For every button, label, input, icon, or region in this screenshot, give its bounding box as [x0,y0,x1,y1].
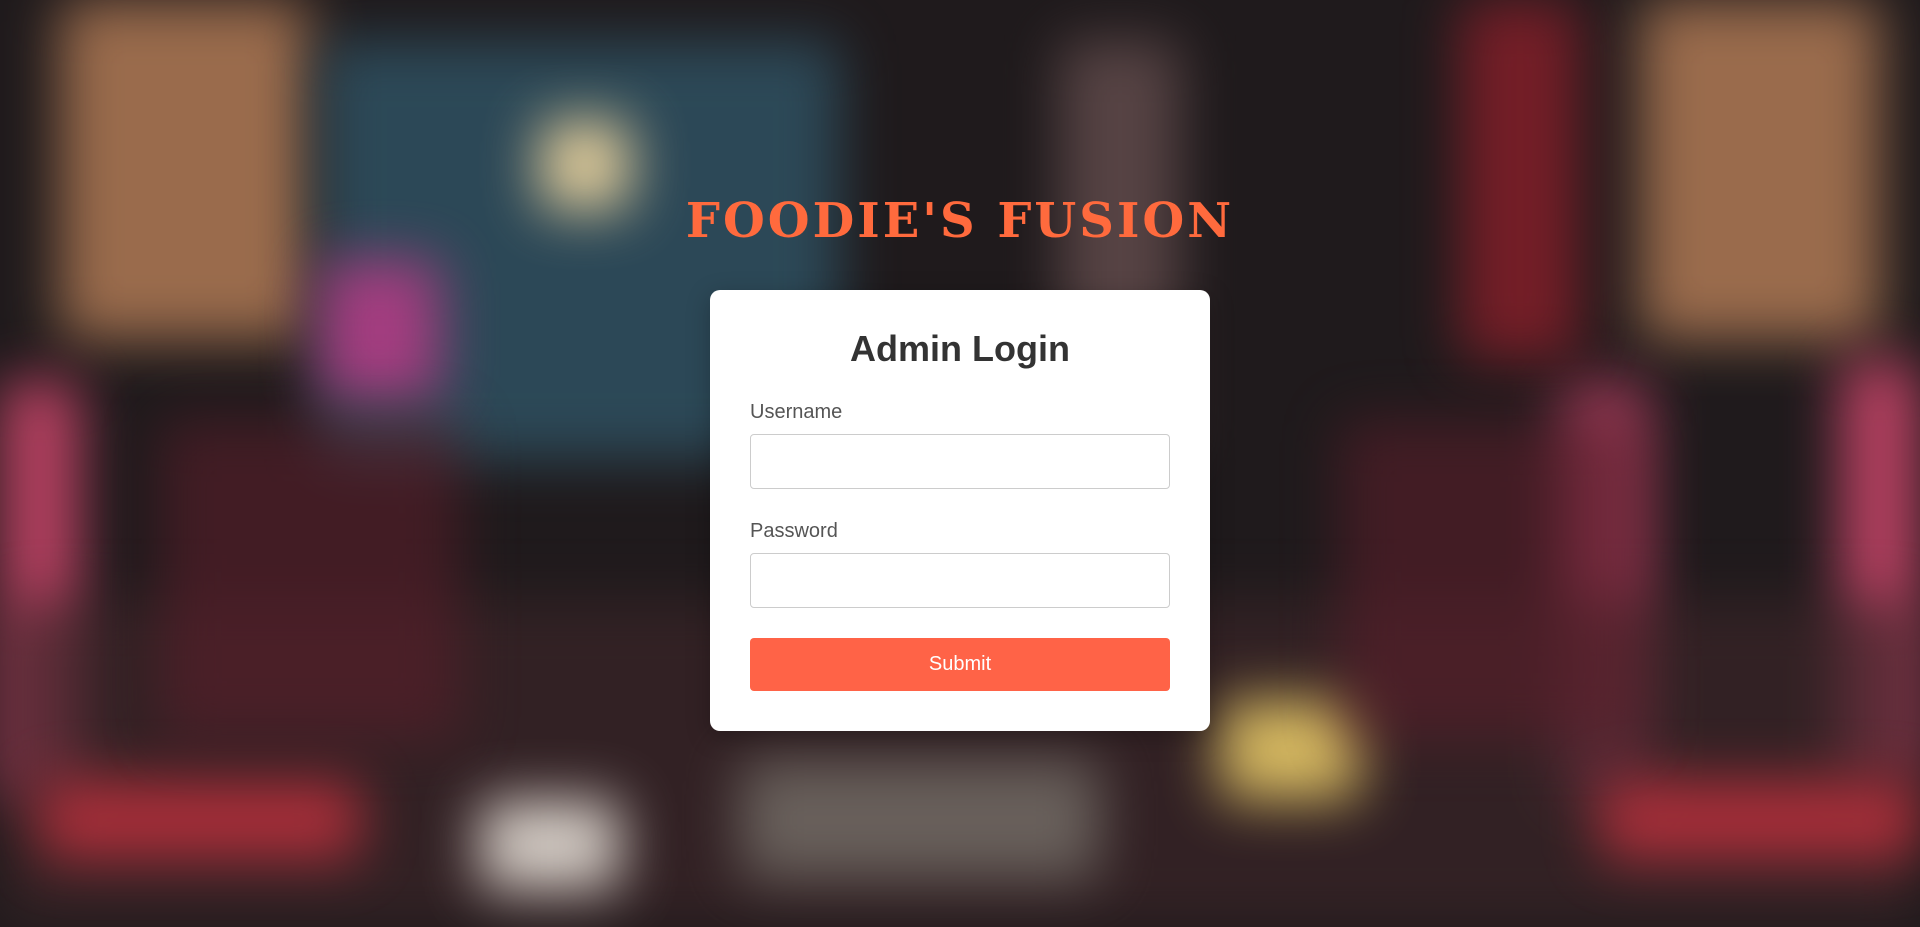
brand-title: FOODIE'S FUSION [685,193,1235,249]
username-label: Username [750,401,843,423]
username-input[interactable] [750,434,1170,489]
password-input[interactable] [750,553,1170,608]
username-group: Username [750,400,1170,489]
password-group: Password [750,519,1170,608]
login-card: Admin Login Username Password Submit [710,290,1210,731]
submit-button[interactable]: Submit [750,638,1170,691]
login-heading: Admin Login [850,328,1070,369]
password-label: Password [750,520,838,542]
